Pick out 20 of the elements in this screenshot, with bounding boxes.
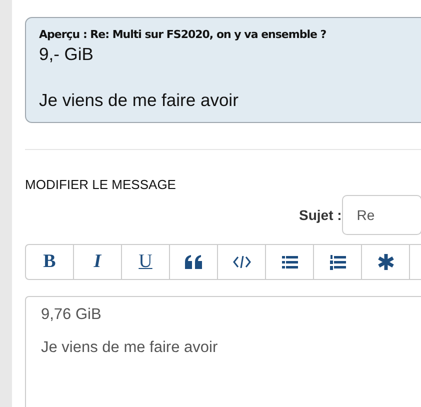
subject-field[interactable]: Re [342,195,421,235]
code-icon [232,256,250,268]
asterisk-icon [378,254,394,270]
code-button[interactable] [217,244,266,280]
preview-title: Aperçu : Re: Multi sur FS2020, on y va ensemble ? [39,27,328,43]
section-heading: MODIFIER LE MESSAGE [25,177,177,193]
subject-label: Sujet : [299,207,342,223]
numbered-list-button[interactable] [313,244,362,280]
numbered-list-icon [330,254,346,270]
asterisk-button[interactable] [361,244,410,280]
quote-icon [184,255,202,269]
list-icon [282,256,298,268]
list-button[interactable] [265,244,314,280]
quote-button[interactable] [169,244,218,280]
italic-button[interactable]: I [73,244,122,280]
preview-text: Je viens de me faire avoir [39,89,240,112]
preview-text: 9,- GiB [39,43,94,66]
underline-button[interactable]: U [121,244,170,280]
bold-button[interactable]: B [25,244,74,280]
message-field[interactable]: 9,76 GiB Je viens de me faire avoir [25,296,421,407]
